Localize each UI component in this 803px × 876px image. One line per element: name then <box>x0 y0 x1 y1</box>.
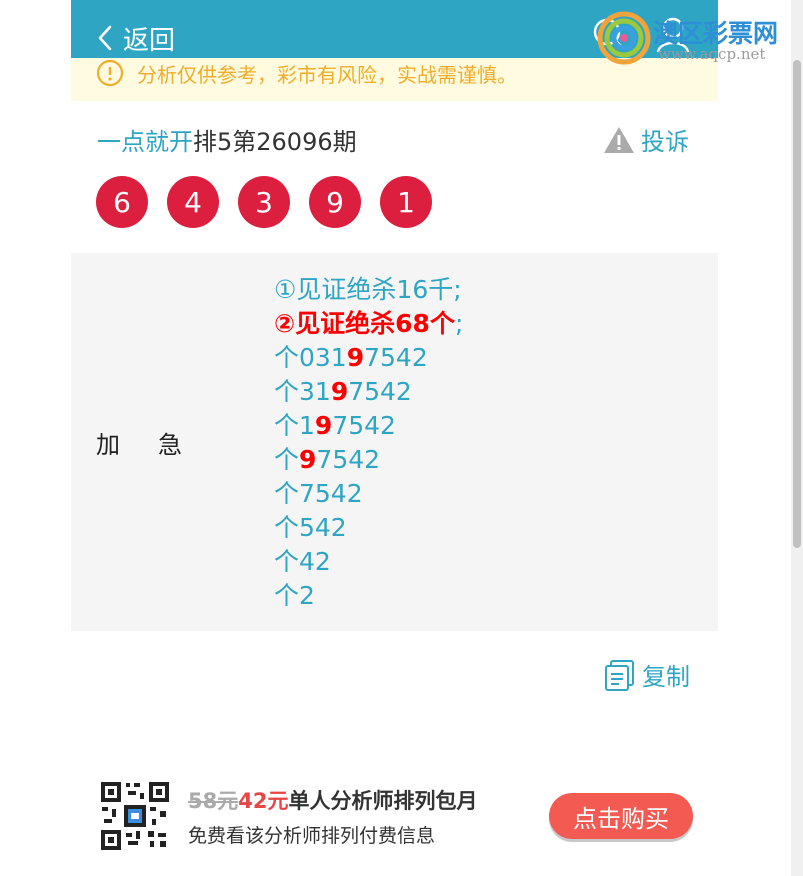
prediction-row: 个3197542 <box>274 375 463 409</box>
prediction-row: 个197542 <box>274 409 463 443</box>
copy-label: 复制 <box>642 663 690 691</box>
prediction-line: ①见证绝杀16千; <box>274 275 462 304</box>
prediction-panel: 加急 ①见证绝杀16千; ②见证绝杀68个; 个03197542 个319754… <box>71 253 718 631</box>
new-price: 42元 <box>238 789 289 813</box>
page: 返回 分析仅供参考，彩市有风险，实战需谨慎。 一点就开排5第26096期 投诉 … <box>71 0 718 876</box>
qr-code-icon <box>100 781 170 851</box>
watermark-logo-icon <box>597 11 651 65</box>
draw-numbers: 6 4 3 9 1 <box>96 176 432 228</box>
plan-name: 单人分析师排列包月 <box>288 789 478 813</box>
highlight-text: ②见证绝杀68个 <box>274 309 455 338</box>
row-prefix: 个1 <box>274 411 315 440</box>
complain-label: 投诉 <box>641 128 689 156</box>
row-suffix: 7542 <box>364 343 428 372</box>
back-label: 返回 <box>123 25 176 56</box>
prediction-row: 个542 <box>274 511 463 545</box>
row-highlight: 9 <box>346 343 365 372</box>
row-prefix: 个542 <box>274 513 347 542</box>
scrollbar-thumb[interactable] <box>793 60 801 548</box>
row-highlight: 9 <box>330 377 349 406</box>
watermark-url: www.aqcp.net <box>658 45 766 63</box>
row-highlight: 9 <box>299 445 317 474</box>
row-prefix: 个31 <box>274 377 331 406</box>
complain-button[interactable]: 投诉 <box>603 122 689 157</box>
promo-description: 免费看该分析师排列付费信息 <box>188 825 436 847</box>
copy-button[interactable]: 复制 <box>604 657 690 692</box>
semicolon: ; <box>454 309 464 338</box>
prediction-row: 个7542 <box>274 477 463 511</box>
copy-icon <box>605 659 634 691</box>
prediction-line-highlight: ②见证绝杀68个; <box>274 307 463 341</box>
prediction-row: 个03197542 <box>274 341 463 375</box>
row-prefix: 个 <box>274 445 300 474</box>
number-ball: 6 <box>96 176 148 228</box>
issue-title: 排5第26096期 <box>193 128 357 156</box>
row-prefix: 个031 <box>274 343 347 372</box>
row-suffix: 7542 <box>348 377 412 406</box>
row-prefix: 个42 <box>274 547 331 576</box>
watermark: 澳区彩票网 www.aqcp.net <box>596 8 796 68</box>
number-ball: 4 <box>167 176 219 228</box>
info-icon <box>96 60 124 87</box>
buy-button[interactable]: 点击购买 <box>549 793 693 839</box>
promo-title: 58元42元单人分析师排列包月 <box>188 785 477 815</box>
chevron-left-icon <box>98 25 112 51</box>
urgent-label: 加急 <box>96 431 220 459</box>
row-suffix: 7542 <box>316 445 381 474</box>
number-ball: 1 <box>380 176 432 228</box>
old-price: 58元 <box>188 789 239 813</box>
back-button[interactable]: 返回 <box>97 18 175 58</box>
author-name[interactable]: 一点就开 <box>97 128 193 156</box>
page-title: 一点就开排5第26096期 <box>97 122 357 157</box>
row-prefix: 个2 <box>274 581 315 610</box>
row-suffix: 7542 <box>332 411 396 440</box>
prediction-row: 个42 <box>274 545 463 579</box>
prediction-row: 个97542 <box>274 443 463 477</box>
row-highlight: 9 <box>314 411 333 440</box>
number-ball: 9 <box>309 176 361 228</box>
notice-text: 分析仅供参考，彩市有风险，实战需谨慎。 <box>137 63 517 87</box>
prediction-row: 个2 <box>274 579 463 613</box>
row-prefix: 个7542 <box>274 479 363 508</box>
number-ball: 3 <box>238 176 290 228</box>
prediction-lines: ①见证绝杀16千; ②见证绝杀68个; 个03197542 个3197542 个… <box>274 273 463 613</box>
warning-icon <box>604 126 634 153</box>
scrollbar[interactable] <box>791 0 803 876</box>
